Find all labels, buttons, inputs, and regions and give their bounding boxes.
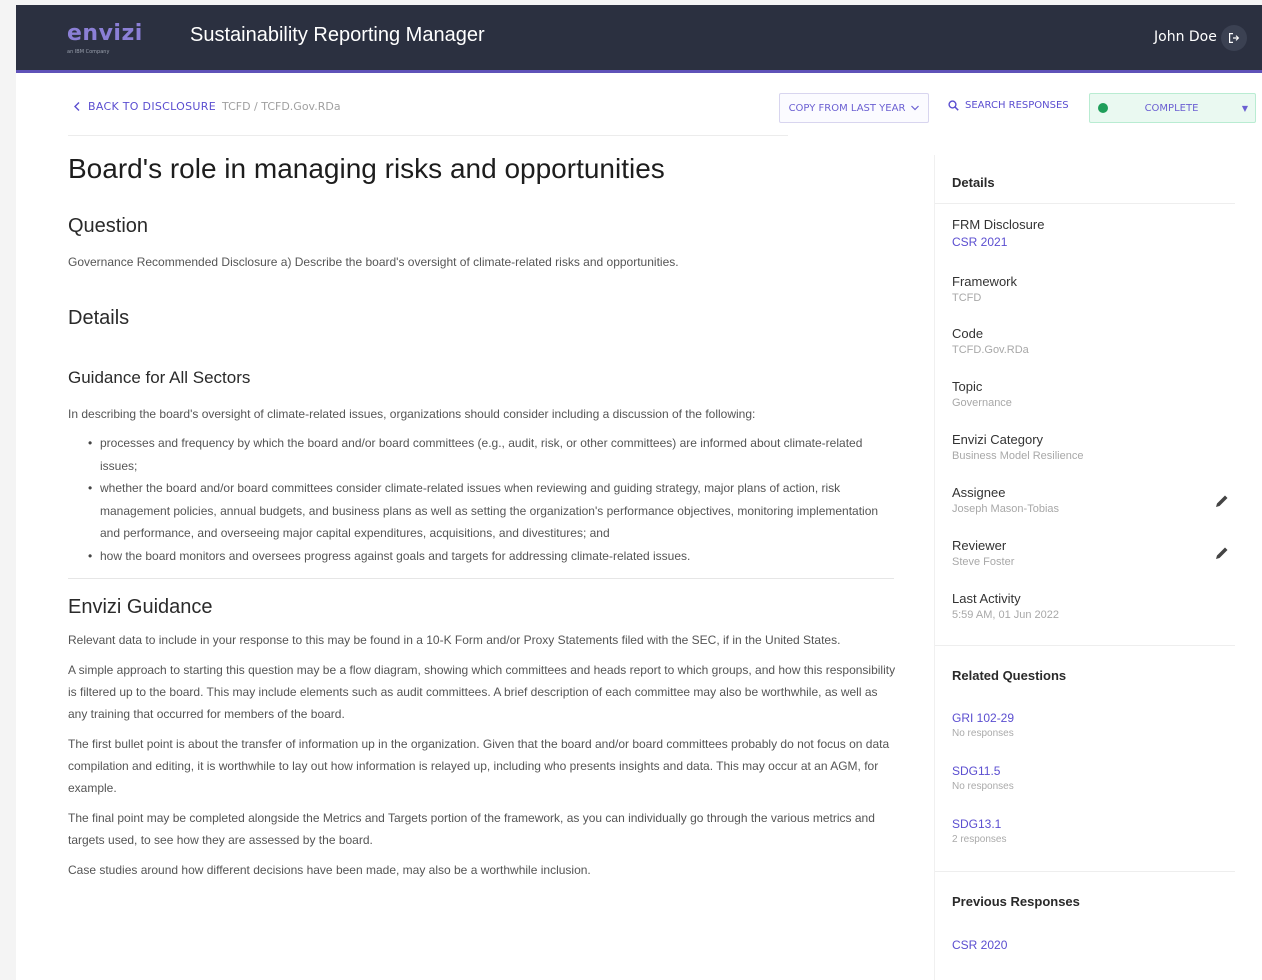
- previous-responses-title: Previous Responses: [952, 894, 1080, 909]
- search-icon: [948, 100, 959, 111]
- last-activity-field: Last Activity 5:59 AM, 01 Jun 2022: [952, 591, 1059, 621]
- search-responses-label: SEARCH RESPONSES: [965, 100, 1069, 111]
- envizi-paragraph: The first bullet point is about the tran…: [68, 737, 890, 795]
- category-label: Envizi Category: [952, 432, 1044, 447]
- chevron-left-icon: [74, 102, 80, 111]
- back-link-label: BACK TO DISCLOSURE: [88, 100, 216, 113]
- framework-field: Framework TCFD: [952, 274, 1017, 304]
- toolbar-divider: [68, 135, 788, 136]
- frm-disclosure-link[interactable]: CSR 2021: [952, 235, 1044, 249]
- related-questions-title: Related Questions: [952, 668, 1067, 683]
- app-title: Sustainability Reporting Manager: [190, 24, 485, 46]
- status-label: COMPLETE: [1144, 102, 1199, 114]
- related-question-count: No responses: [952, 781, 1014, 792]
- chevron-down-icon: [911, 105, 920, 111]
- envizi-paragraph: Case studies around how different decisi…: [68, 863, 591, 877]
- user-name[interactable]: John Doe: [1154, 29, 1217, 45]
- last-activity-value: 5:59 AM, 01 Jun 2022: [952, 609, 1060, 621]
- envizi-category-field: Envizi Category Business Model Resilienc…: [952, 432, 1083, 462]
- assignee-label: Assignee: [952, 485, 1006, 500]
- caret-down-icon: ▼: [1241, 103, 1249, 113]
- envizi-guidance-heading: Envizi Guidance: [68, 596, 213, 618]
- related-question-item[interactable]: SDG13.1 2 responses: [952, 817, 1006, 845]
- question-heading: Question: [68, 215, 149, 237]
- sidebar-divider: [935, 871, 1235, 872]
- code-label: Code: [952, 326, 984, 341]
- status-dot-icon: [1098, 103, 1108, 113]
- logo-wordmark: envizi: [67, 21, 143, 46]
- details-title: Details: [952, 175, 995, 190]
- related-question-count: No responses: [952, 728, 1014, 739]
- related-question-item[interactable]: GRI 102-29 No responses: [952, 711, 1014, 739]
- envizi-paragraph: Relevant data to include in your respons…: [68, 633, 841, 647]
- copy-button-label: COPY FROM LAST YEAR: [788, 102, 906, 114]
- frm-disclosure-field: FRM Disclosure CSR 2021: [952, 217, 1044, 249]
- copy-from-last-year-button[interactable]: COPY FROM LAST YEAR: [779, 93, 929, 123]
- logout-button[interactable]: [1221, 25, 1247, 51]
- topic-field: Topic Governance: [952, 379, 1012, 409]
- question-text: Governance Recommended Disclosure a) Des…: [68, 255, 679, 269]
- frm-label: FRM Disclosure: [952, 217, 1045, 232]
- framework-value: TCFD: [952, 292, 982, 304]
- section-divider: [68, 578, 894, 579]
- related-question-link[interactable]: SDG13.1: [952, 817, 1006, 831]
- envizi-logo[interactable]: envizi an IBM Company: [67, 21, 147, 61]
- reviewer-label: Reviewer: [952, 538, 1007, 553]
- last-activity-label: Last Activity: [952, 591, 1021, 606]
- framework-label: Framework: [952, 274, 1018, 289]
- details-heading: Details: [68, 307, 130, 329]
- envizi-paragraph: The final point may be completed alongsi…: [68, 811, 875, 847]
- category-value: Business Model Resilience: [952, 450, 1084, 462]
- related-question-count: 2 responses: [952, 834, 1007, 845]
- status-dropdown[interactable]: COMPLETE ▼: [1089, 93, 1256, 123]
- list-item: how the board monitors and oversees prog…: [88, 545, 898, 568]
- topic-value: Governance: [952, 397, 1012, 409]
- list-item: processes and frequency by which the boa…: [88, 432, 898, 477]
- code-value: TCFD.Gov.RDa: [952, 344, 1029, 356]
- back-to-disclosure-link[interactable]: BACK TO DISCLOSURE: [74, 100, 216, 113]
- sidebar-divider: [935, 645, 1235, 646]
- app-frame: envizi an IBM Company Sustainability Rep…: [16, 5, 1262, 980]
- related-question-item[interactable]: SDG11.5 No responses: [952, 764, 1014, 792]
- main-content: Board's role in managing risks and oppor…: [68, 153, 898, 881]
- edit-assignee-icon[interactable]: [1214, 493, 1230, 509]
- reviewer-field: Reviewer Steve Foster: [952, 538, 1232, 568]
- page-title: Board's role in managing risks and oppor…: [68, 153, 665, 184]
- logout-icon: [1229, 33, 1240, 43]
- breadcrumb: TCFD / TCFD.Gov.RDa: [222, 100, 341, 113]
- previous-response-link[interactable]: CSR 2020: [952, 938, 1007, 952]
- guidance-intro: In describing the board's oversight of c…: [68, 407, 756, 421]
- logo-subtitle: an IBM Company: [67, 49, 110, 55]
- assignee-value: Joseph Mason-Tobias: [952, 503, 1060, 515]
- envizi-paragraph: A simple approach to starting this quest…: [68, 663, 896, 721]
- search-responses-button[interactable]: SEARCH RESPONSES: [948, 100, 1069, 111]
- edit-reviewer-icon[interactable]: [1214, 545, 1230, 561]
- list-item: whether the board and/or board committee…: [88, 477, 898, 545]
- topic-label: Topic: [952, 379, 983, 394]
- app-header: envizi an IBM Company Sustainability Rep…: [16, 5, 1262, 73]
- sidebar-divider: [935, 203, 1235, 204]
- related-question-link[interactable]: GRI 102-29: [952, 711, 1014, 725]
- guidance-heading: Guidance for All Sectors: [68, 368, 251, 387]
- reviewer-value: Steve Foster: [952, 556, 1015, 568]
- assignee-field: Assignee Joseph Mason-Tobias: [952, 485, 1232, 515]
- code-field: Code TCFD.Gov.RDa: [952, 326, 1029, 356]
- toolbar: BACK TO DISCLOSURE TCFD / TCFD.Gov.RDa C…: [16, 75, 1262, 136]
- details-sidebar: Details FRM Disclosure CSR 2021 Framewor…: [934, 155, 1242, 980]
- related-question-link[interactable]: SDG11.5: [952, 764, 1014, 778]
- guidance-list: processes and frequency by which the boa…: [88, 432, 898, 567]
